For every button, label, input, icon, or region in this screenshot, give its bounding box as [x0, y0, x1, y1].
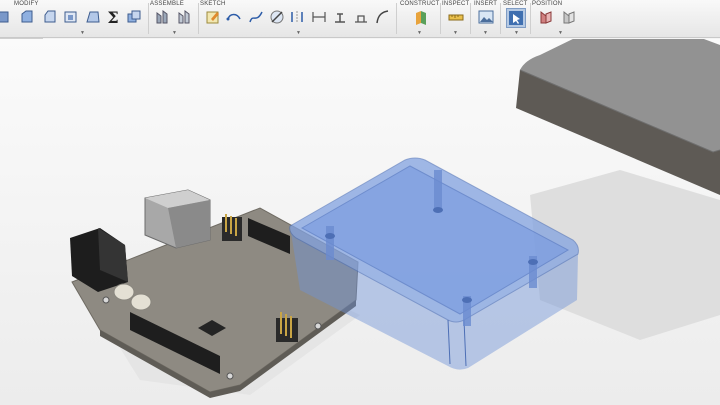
- shell-icon[interactable]: [62, 8, 80, 26]
- select-group-label: SELECT: [503, 1, 528, 7]
- separator: [470, 3, 471, 34]
- modify-group-label: MODIFY: [14, 1, 39, 7]
- revert-position-icon[interactable]: [560, 8, 578, 26]
- modify-dropdown-arrow[interactable]: ▼: [80, 30, 85, 36]
- mirror-icon[interactable]: [288, 8, 306, 26]
- joint-icon[interactable]: [153, 8, 171, 26]
- slash-tool-icon[interactable]: [268, 8, 286, 26]
- sketch-group-label: SKETCH: [200, 1, 226, 7]
- inspect-group-label: INSPECT: [442, 1, 470, 7]
- sketch-dropdown-arrow[interactable]: ▼: [296, 30, 301, 36]
- separator: [500, 3, 501, 34]
- assemble-group-label: ASSEMBLE: [150, 1, 184, 7]
- mount-hole: [226, 372, 234, 380]
- position-group-label: POSITION: [532, 1, 563, 7]
- as-built-joint-icon[interactable]: [175, 8, 193, 26]
- insert-dropdown-arrow[interactable]: ▼: [483, 30, 488, 36]
- project-icon[interactable]: [352, 8, 370, 26]
- capacitor: [113, 283, 135, 301]
- chamfer-icon[interactable]: [41, 8, 59, 26]
- dimension-icon[interactable]: [310, 8, 328, 26]
- select-dropdown-arrow[interactable]: ▼: [514, 30, 519, 36]
- inspect-group: INSPECT ▼: [442, 0, 470, 37]
- enclosure-boss: [325, 226, 335, 260]
- spline-icon[interactable]: [247, 8, 265, 26]
- ribbon-toolbar: MODIFY Σ ▼ ASSEMBLE ▼ SKETCH ▼ CONSTRUCT…: [0, 0, 720, 38]
- separator: [530, 3, 531, 34]
- select-group: SELECT ▼: [502, 0, 530, 37]
- icsp-pins-top: [222, 214, 242, 241]
- insert-group-label: INSERT: [474, 1, 498, 7]
- separator: [396, 3, 397, 34]
- stop-sketch-icon[interactable]: [331, 8, 349, 26]
- select-tool-icon[interactable]: [506, 8, 526, 28]
- position-dropdown-arrow[interactable]: ▼: [558, 30, 563, 36]
- modify-group: MODIFY Σ ▼: [0, 0, 148, 37]
- fillet-icon[interactable]: [18, 8, 36, 26]
- sketch-arc-icon[interactable]: [225, 8, 243, 26]
- sketch-group: SKETCH ▼: [200, 0, 396, 37]
- capacitor: [130, 293, 152, 311]
- assemble-dropdown-arrow[interactable]: ▼: [172, 30, 177, 36]
- parameters-sum-icon[interactable]: Σ: [104, 8, 122, 27]
- separator: [198, 3, 199, 34]
- construct-plane-icon[interactable]: [412, 8, 430, 26]
- capture-position-icon[interactable]: [537, 8, 555, 26]
- construct-group: CONSTRUCT ▼: [398, 0, 440, 37]
- enclosure-boss: [528, 256, 538, 288]
- curve-icon[interactable]: [373, 8, 391, 26]
- construct-dropdown-arrow[interactable]: ▼: [417, 30, 422, 36]
- inspect-dropdown-arrow[interactable]: ▼: [453, 30, 458, 36]
- mount-hole: [314, 322, 322, 330]
- combine-icon[interactable]: [125, 8, 143, 26]
- separator: [148, 3, 149, 34]
- separator: [440, 3, 441, 34]
- press-pull-icon[interactable]: [0, 8, 12, 26]
- construct-group-label: CONSTRUCT: [400, 1, 440, 7]
- assemble-group: ASSEMBLE ▼: [150, 0, 198, 37]
- canvas-viewport[interactable]: [0, 39, 720, 405]
- draft-icon[interactable]: [84, 8, 102, 26]
- enclosure-boss: [462, 296, 472, 326]
- enclosure-boss: [433, 170, 443, 213]
- measure-icon[interactable]: [447, 8, 465, 26]
- mount-hole: [102, 296, 110, 304]
- insert-group: INSERT ▼: [472, 0, 500, 37]
- create-sketch-icon[interactable]: [204, 8, 222, 26]
- position-group: POSITION ▼: [532, 0, 592, 37]
- insert-image-icon[interactable]: [477, 8, 495, 26]
